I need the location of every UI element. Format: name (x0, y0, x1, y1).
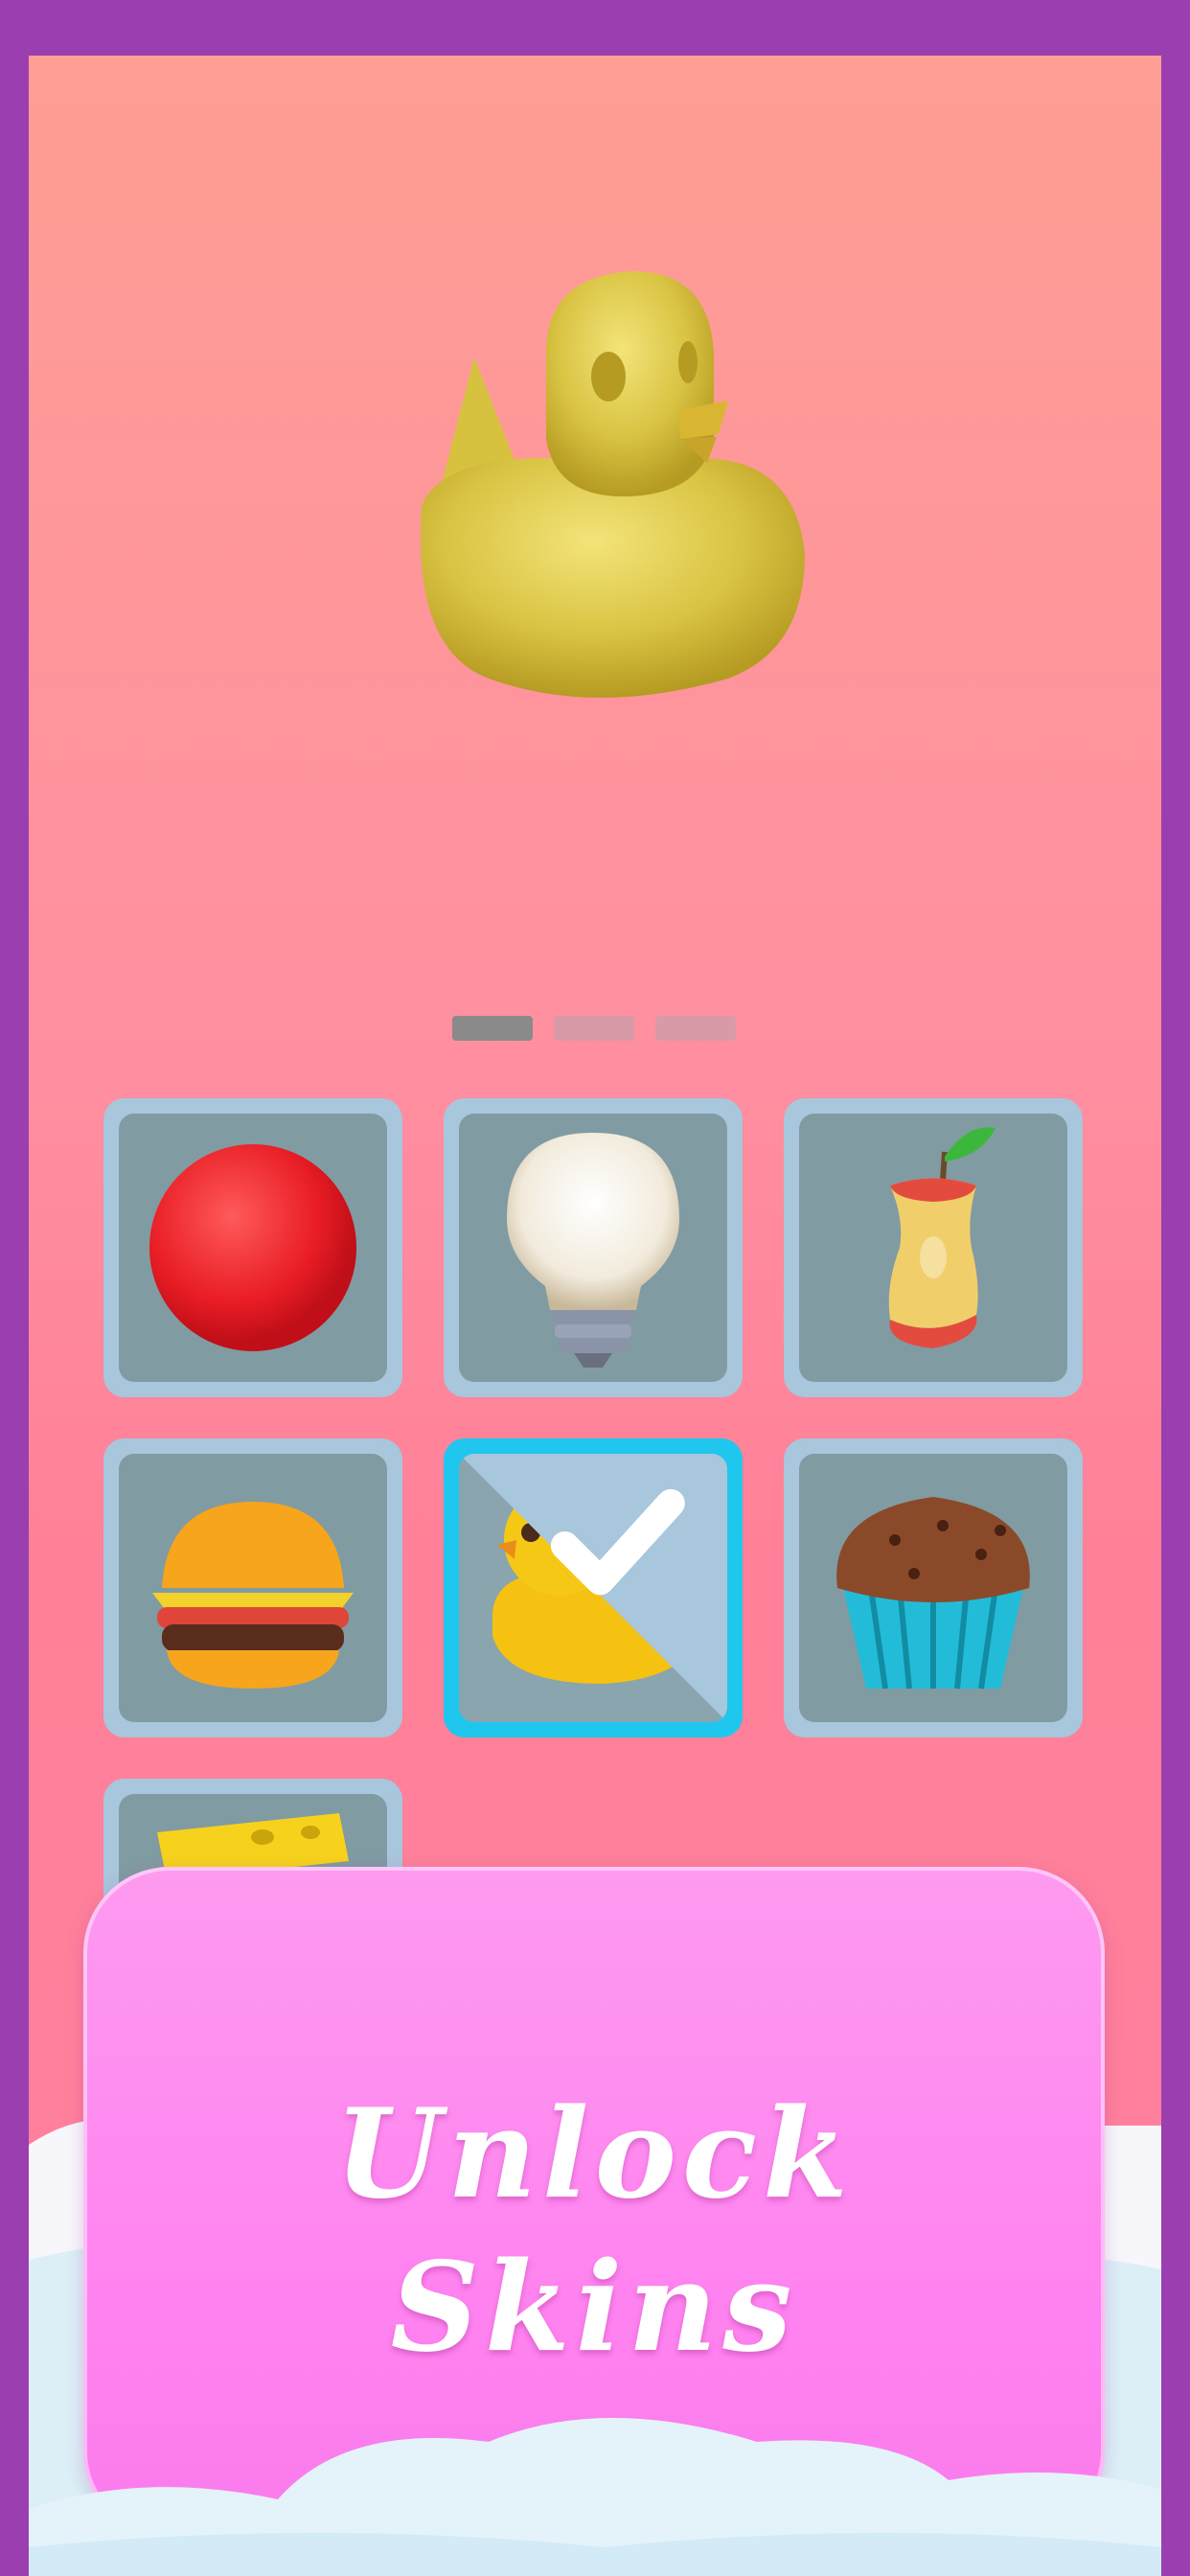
duck-preview (420, 271, 805, 698)
cloud-foreground (29, 2418, 1161, 2576)
light-bulb-icon (507, 1133, 679, 1368)
checkmark-icon (459, 1454, 727, 1722)
skin-slot-muffin[interactable] (784, 1438, 1083, 1737)
page-dot-3[interactable] (655, 1016, 736, 1041)
page-dot-1[interactable] (452, 1016, 533, 1041)
unlock-skins-label: Unlock Skins (334, 2082, 854, 2380)
purple-frame: Unlock Skins (0, 0, 1190, 2576)
apple-core-icon (888, 1127, 995, 1348)
skin-slot-burger[interactable] (103, 1438, 402, 1737)
muffin-icon (836, 1497, 1030, 1690)
skin-slot-light-bulb[interactable] (444, 1098, 743, 1397)
page-dot-2[interactable] (554, 1016, 634, 1041)
page-indicator (452, 1016, 736, 1041)
burger-icon (152, 1502, 354, 1689)
skin-slot-red-ball[interactable] (103, 1098, 402, 1397)
red-ball-icon (149, 1144, 356, 1351)
skin-slot-apple-core[interactable] (784, 1098, 1083, 1397)
skins-screen: Unlock Skins (29, 56, 1161, 2576)
skin-slot-rubber-duck[interactable] (444, 1438, 743, 1737)
